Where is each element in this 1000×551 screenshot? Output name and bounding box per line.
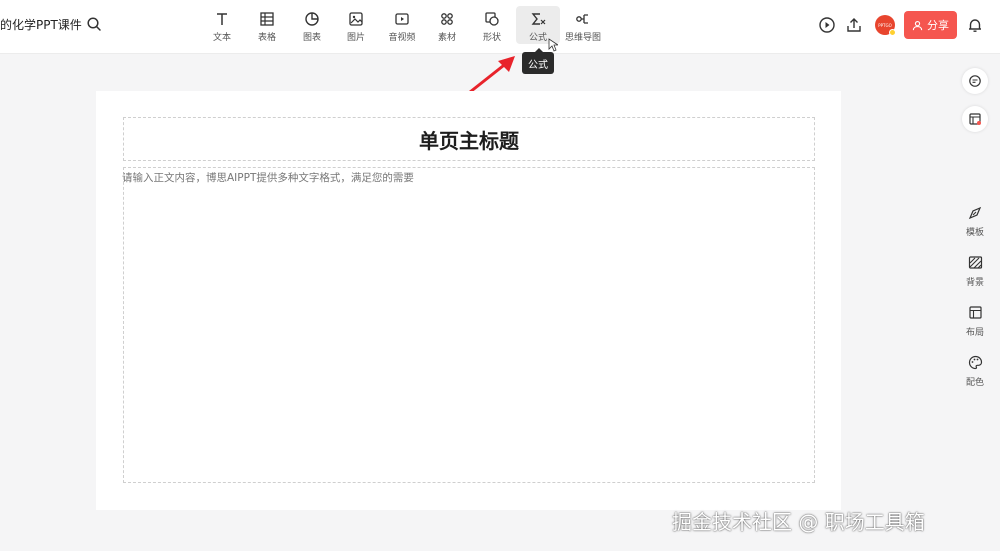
tool-label: 图表 [302, 33, 321, 43]
background-icon [968, 256, 982, 269]
comment-icon [969, 75, 981, 87]
tool-label: 音视频 [388, 33, 416, 43]
document-title[interactable]: 的化学PPT课件 [0, 16, 82, 33]
tool-material-button[interactable]: 素材 [425, 6, 469, 44]
sidebar-item-layout[interactable]: 布局 [958, 305, 992, 338]
mouse-cursor-icon [548, 38, 558, 52]
tool-text-button[interactable]: 文本 [200, 6, 244, 44]
tool-label: 公式 [528, 33, 547, 43]
image-icon [349, 12, 363, 26]
notes-icon [969, 113, 981, 125]
body-textbox[interactable]: 请输入正文内容，博思AIPPT提供多种文字格式，满足您的需要 [122, 167, 815, 483]
tool-label: 思维导图 [564, 33, 601, 43]
tool-chart-button[interactable]: 图表 [290, 6, 334, 44]
template-icon [968, 206, 981, 220]
notes-button[interactable] [962, 106, 988, 132]
slide-title: 单页主标题 [419, 128, 519, 153]
body-placeholder: 请输入正文内容，博思AIPPT提供多种文字格式，满足您的需要 [122, 172, 414, 184]
tool-label: 表格 [257, 33, 276, 43]
formula-icon [531, 13, 546, 25]
user-icon [912, 20, 923, 30]
material-icon [441, 13, 453, 25]
shape-icon [485, 12, 499, 26]
tool-label: 图片 [346, 33, 365, 43]
sidebar-item-template[interactable]: 模板 [958, 205, 992, 238]
title-textbox[interactable]: 单页主标题 [123, 117, 815, 161]
sidebar-item-background[interactable]: 背景 [958, 255, 992, 288]
palette-icon [968, 355, 982, 370]
tool-label: 素材 [437, 33, 456, 43]
watermark: 掘金技术社区 @ 职场工具箱 [672, 510, 925, 534]
share-label: 分享 [927, 19, 949, 32]
notification-bell-icon[interactable] [966, 16, 984, 34]
tool-image-button[interactable]: 图片 [334, 6, 378, 44]
text-icon [217, 13, 227, 25]
video-icon [395, 13, 409, 25]
play-icon[interactable] [818, 16, 836, 34]
avatar-badge [889, 29, 896, 36]
search-icon[interactable] [86, 16, 102, 32]
tool-shape-button[interactable]: 形状 [470, 6, 514, 44]
tool-video-button[interactable]: 音视频 [380, 6, 424, 44]
top-toolbar: 的化学PPT课件 文本 表格 图表 图片 音视频 素材 形状 公式 思维导图 P… [0, 0, 1000, 54]
sidebar-item-label: 背景 [965, 278, 984, 288]
formula-tooltip: 公式 [522, 48, 554, 74]
sidebar-item-label: 配色 [965, 378, 984, 388]
export-icon[interactable] [845, 16, 863, 34]
slide-canvas[interactable]: 单页主标题 请输入正文内容，博思AIPPT提供多种文字格式，满足您的需要 [96, 91, 841, 510]
tool-mindmap-button[interactable]: 思维导图 [561, 6, 605, 44]
sidebar-item-label: 布局 [965, 328, 984, 338]
table-icon [260, 12, 274, 26]
tool-label: 文本 [212, 33, 231, 43]
sidebar-item-palette[interactable]: 配色 [958, 355, 992, 388]
sidebar-item-label: 模板 [965, 228, 984, 238]
mindmap-icon [576, 14, 588, 24]
tool-table-button[interactable]: 表格 [245, 6, 289, 44]
layout-icon [968, 306, 982, 319]
share-button[interactable]: 分享 [904, 11, 957, 39]
chart-icon [305, 12, 319, 26]
comment-button[interactable] [962, 68, 988, 94]
tool-label: 形状 [482, 33, 501, 43]
